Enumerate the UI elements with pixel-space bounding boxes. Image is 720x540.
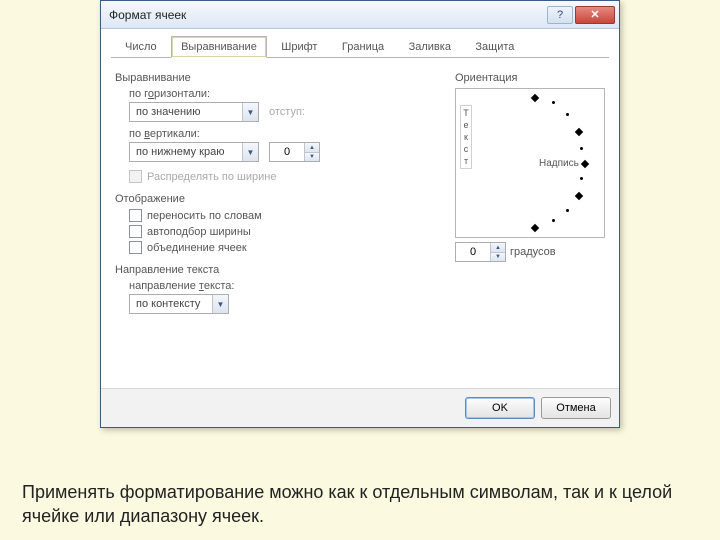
distribute-checkbox: Распределять по ширине xyxy=(129,170,445,183)
window-title: Формат ячеек xyxy=(109,8,186,22)
chevron-down-icon: ▼ xyxy=(242,103,258,121)
tab-border[interactable]: Граница xyxy=(332,36,394,58)
vertical-text-button[interactable]: Т е к с т xyxy=(460,105,472,169)
diamond-icon xyxy=(575,128,583,136)
tab-protection[interactable]: Защита xyxy=(465,36,524,58)
group-alignment: Выравнивание xyxy=(115,72,445,84)
dialog-footer: OK Отмена xyxy=(101,388,619,427)
chevron-down-icon: ▼ xyxy=(242,143,258,161)
diamond-icon xyxy=(531,224,539,232)
merge-checkbox[interactable]: объединение ячеек xyxy=(129,241,445,254)
horiz-dropdown[interactable]: по значению ▼ xyxy=(129,102,259,122)
close-button[interactable]: ✕ xyxy=(575,6,615,24)
ok-button[interactable]: OK xyxy=(465,397,535,419)
tab-fill[interactable]: Заливка xyxy=(399,36,461,58)
tab-alignment[interactable]: Выравнивание xyxy=(171,36,267,58)
direction-dropdown[interactable]: по контексту ▼ xyxy=(129,294,229,314)
titlebar[interactable]: Формат ячеек ? ✕ xyxy=(101,1,619,29)
vert-label: по вертикали: xyxy=(129,128,445,140)
orientation-arc[interactable]: Надпись xyxy=(480,95,598,231)
degrees-label: градусов xyxy=(510,246,556,258)
wrap-checkbox[interactable]: переносить по словам xyxy=(129,209,445,222)
shrink-checkbox[interactable]: автоподбор ширины xyxy=(129,225,445,238)
dot-icon xyxy=(552,219,555,222)
format-cells-dialog: Формат ячеек ? ✕ Число Выравнивание Шриф… xyxy=(100,0,620,428)
indent-input[interactable] xyxy=(270,143,304,161)
group-orientation: Ориентация xyxy=(455,72,605,84)
vert-value: по нижнему краю xyxy=(130,146,230,158)
tab-number[interactable]: Число xyxy=(115,36,167,58)
checkbox-icon xyxy=(129,170,142,183)
spin-down-icon[interactable]: ▼ xyxy=(491,252,505,261)
merge-label: объединение ячеек xyxy=(147,242,247,254)
chevron-down-icon: ▼ xyxy=(212,295,228,313)
degrees-input[interactable] xyxy=(456,243,490,261)
diamond-icon xyxy=(581,160,589,168)
distribute-label: Распределять по ширине xyxy=(147,171,276,183)
spin-up-icon[interactable]: ▲ xyxy=(305,143,319,152)
checkbox-icon xyxy=(129,209,142,222)
slide-caption: Применять форматирование можно как к отд… xyxy=(22,480,698,529)
orientation-text-label: Надпись xyxy=(539,158,579,169)
orientation-control[interactable]: Т е к с т xyxy=(455,88,605,238)
direction-label: направление текста: xyxy=(129,280,445,292)
direction-value: по контексту xyxy=(130,298,206,310)
diamond-icon xyxy=(531,94,539,102)
dot-icon xyxy=(580,177,583,180)
spin-up-icon[interactable]: ▲ xyxy=(491,243,505,252)
tab-font[interactable]: Шрифт xyxy=(271,36,327,58)
help-button[interactable]: ? xyxy=(547,6,573,24)
diamond-icon xyxy=(575,192,583,200)
horiz-label: по горизонтали: xyxy=(129,88,445,100)
spin-down-icon[interactable]: ▼ xyxy=(305,152,319,161)
checkbox-icon xyxy=(129,241,142,254)
cancel-button[interactable]: Отмена xyxy=(541,397,611,419)
tab-strip: Число Выравнивание Шрифт Граница Заливка… xyxy=(111,35,609,58)
dot-icon xyxy=(552,101,555,104)
degrees-spinner[interactable]: ▲ ▼ xyxy=(455,242,506,262)
group-direction: Направление текста xyxy=(115,264,445,276)
checkbox-icon xyxy=(129,225,142,238)
dot-icon xyxy=(566,209,569,212)
wrap-label: переносить по словам xyxy=(147,210,262,222)
indent-spinner[interactable]: ▲ ▼ xyxy=(269,142,320,162)
group-display: Отображение xyxy=(115,193,445,205)
indent-label: отступ: xyxy=(269,106,305,118)
dot-icon xyxy=(580,147,583,150)
vert-dropdown[interactable]: по нижнему краю ▼ xyxy=(129,142,259,162)
shrink-label: автоподбор ширины xyxy=(147,226,251,238)
horiz-value: по значению xyxy=(130,106,206,118)
dot-icon xyxy=(566,113,569,116)
